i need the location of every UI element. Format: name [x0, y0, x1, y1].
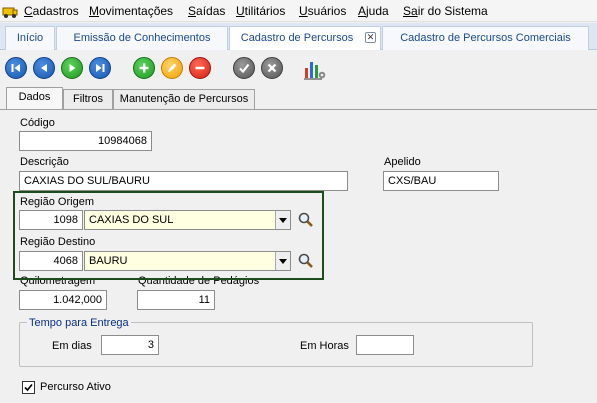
- menu-sair-do-sistema[interactable]: Sair do Sistema: [403, 4, 488, 18]
- regiao-destino-code-field[interactable]: 4068: [19, 251, 83, 271]
- tab-emissao-de-conhecimentos[interactable]: Emissão de Conhecimentos: [56, 26, 228, 50]
- cancel-button[interactable]: [261, 57, 283, 79]
- previous-record-button[interactable]: [33, 57, 55, 79]
- delete-button[interactable]: [189, 57, 211, 79]
- app-logo-icon: [2, 7, 18, 18]
- add-button[interactable]: [133, 57, 155, 79]
- skip-first-icon: [11, 64, 20, 72]
- regiao-origem-label: Região Origem: [20, 196, 94, 208]
- pedagios-field[interactable]: 11: [137, 290, 215, 310]
- regiao-destino-select-value: BAURU: [89, 255, 128, 267]
- tab-panel-border: [0, 109, 597, 110]
- chevron-down-icon: [279, 217, 287, 223]
- check-icon: [239, 63, 250, 74]
- report-chart-icon[interactable]: [302, 56, 328, 82]
- menu-cadastros[interactable]: Cadastros: [24, 4, 79, 18]
- tab-inicio[interactable]: Início: [5, 26, 55, 50]
- tempo-entrega-title: Tempo para Entrega: [27, 317, 131, 329]
- confirm-button[interactable]: [233, 57, 255, 79]
- em-dias-label: Em dias: [52, 340, 92, 352]
- regiao-origem-code-field[interactable]: 1098: [19, 210, 83, 230]
- minus-icon: [195, 66, 205, 70]
- descricao-label: Descrição: [20, 156, 69, 168]
- arrow-right-icon: [69, 64, 76, 72]
- em-horas-field[interactable]: [356, 335, 414, 355]
- regiao-origem-dropdown-button[interactable]: [275, 211, 290, 229]
- first-record-button[interactable]: [5, 57, 27, 79]
- regiao-destino-dropdown-button[interactable]: [275, 252, 290, 270]
- skip-last-icon: [96, 64, 105, 72]
- plus-icon: [139, 63, 149, 73]
- apelido-label: Apelido: [384, 156, 421, 168]
- pedagios-label: Quantidade de Pedágios: [138, 275, 260, 287]
- em-horas-label: Em Horas: [300, 340, 349, 352]
- menu-bar: Cadastros Movimentações Saídas Utilitári…: [0, 0, 597, 22]
- quilometragem-field[interactable]: 1.042,000: [19, 290, 107, 310]
- arrow-left-icon: [41, 64, 47, 72]
- region-highlight-box-bottom-edge: [13, 278, 324, 280]
- apelido-field[interactable]: CXS/BAU: [383, 171, 499, 191]
- tab-filtros[interactable]: Filtros: [63, 89, 113, 109]
- menu-utilitarios[interactable]: Utilitários: [236, 4, 285, 18]
- x-icon: [267, 63, 277, 73]
- document-tab-bar: Início Emissão de Conhecimentos Cadastro…: [0, 23, 597, 50]
- tab-dados[interactable]: Dados: [6, 87, 63, 110]
- quilometragem-label: Quilometragem: [20, 275, 96, 287]
- menu-saidas[interactable]: Saídas: [188, 4, 225, 18]
- last-record-button[interactable]: [89, 57, 111, 79]
- regiao-destino-select[interactable]: BAURU: [84, 251, 291, 271]
- next-record-button[interactable]: [61, 57, 83, 79]
- codigo-label: Código: [20, 117, 55, 129]
- chevron-down-icon: [279, 258, 287, 264]
- pencil-icon: [168, 63, 177, 72]
- regiao-destino-label: Região Destino: [20, 236, 96, 248]
- descricao-field[interactable]: CAXIAS DO SUL/BAURU: [19, 171, 348, 191]
- menu-ajuda[interactable]: Ajuda: [358, 4, 389, 18]
- percurso-ativo-label: Percurso Ativo: [40, 381, 111, 393]
- check-icon: [24, 383, 33, 392]
- search-icon[interactable]: [297, 252, 315, 270]
- tab-cadastro-de-percursos[interactable]: Cadastro de Percursos ✕: [229, 26, 381, 50]
- tab-manutencao-de-percursos[interactable]: Manutenção de Percursos: [113, 89, 255, 109]
- percurso-ativo-checkbox[interactable]: [22, 381, 35, 394]
- regiao-origem-select[interactable]: CAXIAS DO SUL: [84, 210, 291, 230]
- menu-movimentacoes[interactable]: Movimentações: [89, 4, 173, 18]
- regiao-origem-select-value: CAXIAS DO SUL: [89, 214, 174, 226]
- search-icon[interactable]: [297, 211, 315, 229]
- edit-button[interactable]: [161, 57, 183, 79]
- toolbar: [0, 51, 597, 87]
- tab-cadastro-de-percursos-comerciais[interactable]: Cadastro de Percursos Comerciais: [382, 26, 589, 50]
- menu-usuarios[interactable]: Usuários: [299, 4, 346, 18]
- tab-cadastro-de-percursos-label: Cadastro de Percursos: [240, 32, 354, 44]
- codigo-field[interactable]: 10984068: [19, 131, 152, 151]
- em-dias-field[interactable]: 3: [101, 335, 159, 355]
- close-icon[interactable]: ✕: [365, 32, 376, 43]
